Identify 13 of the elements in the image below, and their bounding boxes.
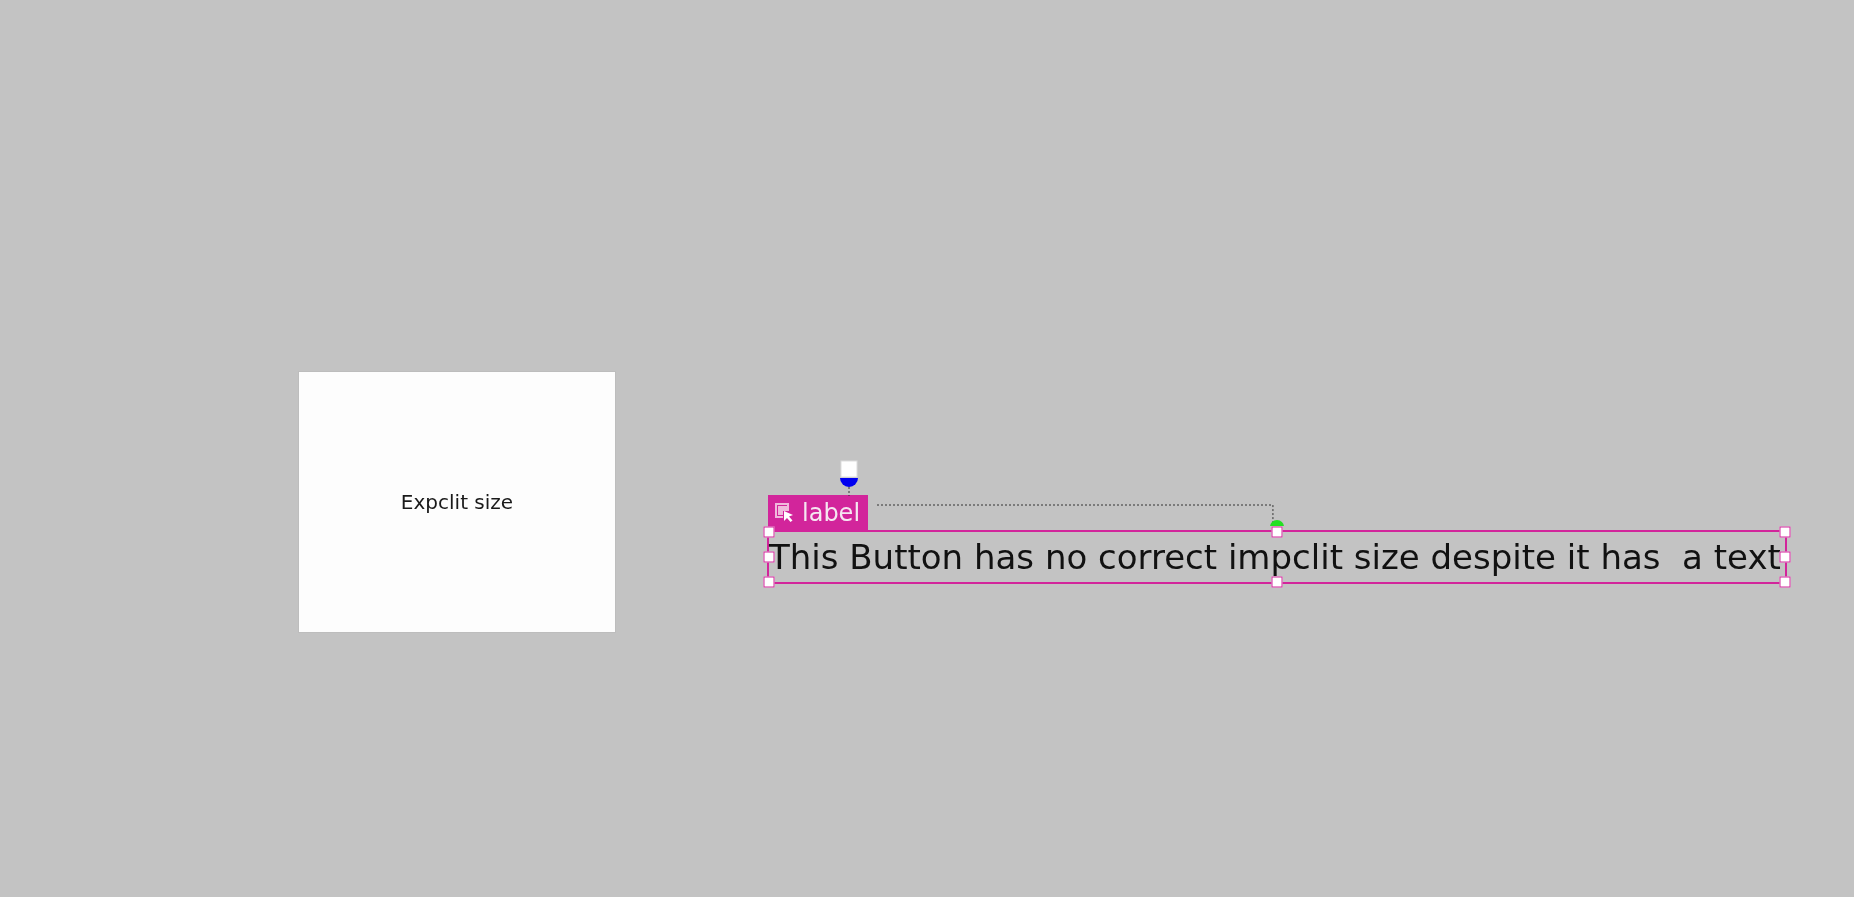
- resize-handle[interactable]: [1779, 526, 1791, 538]
- resize-handle[interactable]: [1271, 576, 1283, 588]
- tag-text: label: [802, 499, 861, 527]
- anchor-handle[interactable]: [1269, 520, 1284, 526]
- rotate-handle[interactable]: [839, 460, 859, 496]
- select-cursor-icon: [774, 502, 796, 524]
- resize-handle[interactable]: [1779, 576, 1791, 588]
- resize-handle[interactable]: [1779, 551, 1791, 563]
- resize-handle[interactable]: [763, 526, 775, 538]
- canvas-button[interactable]: Expclit size: [298, 371, 616, 633]
- text-label: This Button has no correct impclit size despite it has a text: [769, 540, 1782, 574]
- resize-handle[interactable]: [763, 576, 775, 588]
- resize-handle[interactable]: [1271, 526, 1283, 538]
